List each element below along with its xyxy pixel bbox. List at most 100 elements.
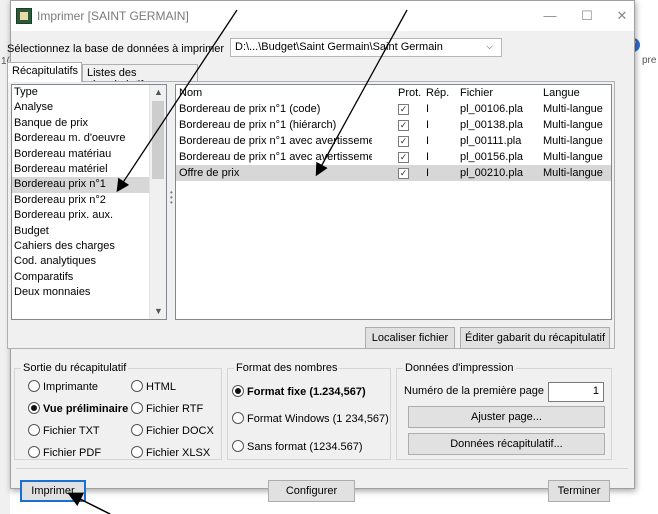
ajuster-page-button[interactable]: Ajuster page... <box>408 406 605 428</box>
cell-prot[interactable]: ✓ <box>398 117 424 133</box>
type-item-analyse[interactable]: Analyse <box>12 100 166 115</box>
radio-label: Fichier PDF <box>43 447 102 459</box>
cell-nom: Bordereau de prix n°1 (hiérarch) <box>179 119 337 131</box>
radio-html[interactable]: HTML <box>131 380 176 393</box>
radio-label: Format fixe (1.234,567) <box>247 386 366 398</box>
cell-prot[interactable]: ✓ <box>398 149 424 165</box>
cell-fichier: pl_00138.pla <box>460 119 524 131</box>
tab-listes-recapitulatifs[interactable]: Listes des récapitulatifs <box>82 64 198 91</box>
scroll-down-icon[interactable]: ▼ <box>150 304 166 319</box>
table-header: Nom Prot. Rép. Fichier Langue <box>176 85 611 101</box>
table-row[interactable]: Bordereau de prix n°1 (code) ✓ I pl_0010… <box>176 101 611 117</box>
cell-nom: Bordereau de prix n°1 (code) <box>179 103 321 115</box>
prot-checkbox[interactable]: ✓ <box>398 167 409 179</box>
impression-group-title: Données d'impression <box>403 362 516 374</box>
type-item-bordereau-prix-2[interactable]: Bordereau prix n°2 <box>12 193 166 208</box>
scroll-up-icon[interactable]: ▲ <box>150 85 166 100</box>
cell-rep: I <box>426 135 430 147</box>
tab-recapitulatifs[interactable]: Récapitulatifs <box>7 62 82 82</box>
localiser-fichier-button[interactable]: Localiser fichier <box>365 327 455 349</box>
database-value: D:\...\Budget\Saint Germain\Saint Germai… <box>235 41 443 53</box>
cell-fichier: pl_00106.pla <box>460 103 524 115</box>
radio-fichier-txt[interactable]: Fichier TXT <box>28 424 100 437</box>
terminer-button[interactable]: Terminer <box>548 480 610 502</box>
cell-fichier: pl_00156.pla <box>460 151 524 163</box>
first-page-label: Numéro de la première page <box>404 385 545 397</box>
radio-sans-format[interactable]: Sans format (1234.567) <box>232 440 363 453</box>
radio-label: Vue préliminaire <box>43 403 129 415</box>
first-page-input[interactable]: 1 <box>548 382 604 402</box>
cell-nom: Bordereau de prix n°1 avec avertisseme..… <box>179 135 372 147</box>
radio-fichier-rtf[interactable]: Fichier RTF <box>131 402 203 415</box>
radio-label: Fichier XLSX <box>146 447 211 459</box>
prot-checkbox[interactable]: ✓ <box>398 151 409 163</box>
column-header-langue[interactable]: Langue <box>543 85 611 101</box>
type-item-bordereau-m-doeuvre[interactable]: Bordereau m. d'oeuvre <box>12 131 166 146</box>
table-row[interactable]: Bordereau de prix n°1 (hiérarch) ✓ I pl_… <box>176 117 611 133</box>
sortie-group-title: Sortie du récapitulatif <box>21 362 129 374</box>
splitter-handle[interactable]: • • • <box>170 189 173 210</box>
table-row-selected[interactable]: Offre de prix ✓ I pl_00210.pla Multi-lan… <box>176 165 611 181</box>
prot-checkbox[interactable]: ✓ <box>398 103 409 115</box>
chevron-down-icon: ⌵ <box>486 41 493 51</box>
close-button[interactable]: ✕ <box>608 5 636 27</box>
type-item-banque-de-prix[interactable]: Banque de prix <box>12 116 166 131</box>
column-header-rep[interactable]: Rép. <box>426 85 452 101</box>
column-header-fichier[interactable]: Fichier <box>460 85 540 101</box>
editer-gabarit-button[interactable]: Éditer gabarit du récapitulatif <box>460 327 610 349</box>
cell-fichier: pl_00210.pla <box>460 167 524 179</box>
cell-langue: Multi-langue <box>543 151 603 163</box>
scrollbar-thumb[interactable] <box>152 101 164 179</box>
maximize-button[interactable]: ☐ <box>573 5 601 27</box>
prot-checkbox[interactable]: ✓ <box>398 135 409 147</box>
format-group-title: Format des nombres <box>234 362 340 374</box>
type-item-cahiers-des-charges[interactable]: Cahiers des charges <box>12 239 166 254</box>
type-item-cod-analytiques[interactable]: Cod. analytiques <box>12 254 166 269</box>
file-table[interactable]: Nom Prot. Rép. Fichier Langue Bordereau … <box>175 84 612 320</box>
type-list-scrollbar[interactable]: ▲ ▼ <box>149 85 166 319</box>
cell-prot[interactable]: ✓ <box>398 101 424 117</box>
type-item-bordereau-materiel[interactable]: Bordereau matériel <box>12 162 166 177</box>
cell-rep: I <box>426 103 430 115</box>
radio-label: Fichier RTF <box>146 403 204 415</box>
radio-vue-preliminaire[interactable]: Vue préliminaire <box>28 402 128 415</box>
cell-rep: I <box>426 151 430 163</box>
prot-checkbox[interactable]: ✓ <box>398 119 409 131</box>
cell-rep: I <box>426 119 430 131</box>
database-label: Sélectionnez la base de données à imprim… <box>7 43 225 55</box>
type-list[interactable]: Type Analyse Banque de prix Bordereau m.… <box>11 84 167 320</box>
window-title: Imprimer [SAINT GERMAIN] <box>37 9 189 23</box>
radio-fichier-pdf[interactable]: Fichier PDF <box>28 446 101 459</box>
type-item-bordereau-prix-1[interactable]: Bordereau prix n°1 <box>12 177 166 193</box>
radio-fichier-docx[interactable]: Fichier DOCX <box>131 424 214 437</box>
cell-prot[interactable]: ✓ <box>398 165 424 181</box>
type-item-budget[interactable]: Budget <box>12 224 166 239</box>
column-header-nom[interactable]: Nom <box>179 85 372 101</box>
table-row[interactable]: Bordereau de prix n°1 avec avertisseme..… <box>176 133 611 149</box>
cell-fichier: pl_00111.pla <box>460 135 522 147</box>
radio-label: Sans format (1234.567) <box>247 441 363 453</box>
type-item-deux-monnaies[interactable]: Deux monnaies <box>12 285 166 300</box>
radio-format-fixe[interactable]: Format fixe (1.234,567) <box>232 385 366 398</box>
radio-label: Fichier DOCX <box>146 425 214 437</box>
radio-fichier-xlsx[interactable]: Fichier XLSX <box>131 446 210 459</box>
radio-label: Fichier TXT <box>43 425 100 437</box>
cell-langue: Multi-langue <box>543 167 603 179</box>
type-item-comparatifs[interactable]: Comparatifs <box>12 270 166 285</box>
imprimer-button[interactable]: Imprimer <box>20 480 86 502</box>
minimize-button[interactable]: — <box>536 5 564 27</box>
cell-prot[interactable]: ✓ <box>398 133 424 149</box>
type-item-bordereau-materiau[interactable]: Bordereau matériau <box>12 147 166 162</box>
table-row[interactable]: Bordereau de prix n°1 avec avertisseme..… <box>176 149 611 165</box>
radio-format-windows[interactable]: Format Windows (1 234,567) <box>232 412 389 425</box>
type-list-header: Type <box>14 86 38 98</box>
donnees-recapitulatif-button[interactable]: Données récapitulatif... <box>408 433 605 455</box>
configurer-button[interactable]: Configurer <box>268 480 355 502</box>
title-bar: Imprimer [SAINT GERMAIN] — ☐ ✕ <box>11 1 634 31</box>
database-select[interactable]: D:\...\Budget\Saint Germain\Saint Germai… <box>230 38 502 57</box>
column-header-prot[interactable]: Prot. <box>398 85 424 101</box>
radio-label: Format Windows (1 234,567) <box>247 413 389 425</box>
cell-langue: Multi-langue <box>543 135 603 147</box>
radio-imprimante[interactable]: Imprimante <box>28 380 98 393</box>
type-item-bordereau-prix-aux[interactable]: Bordereau prix. aux. <box>12 208 166 223</box>
